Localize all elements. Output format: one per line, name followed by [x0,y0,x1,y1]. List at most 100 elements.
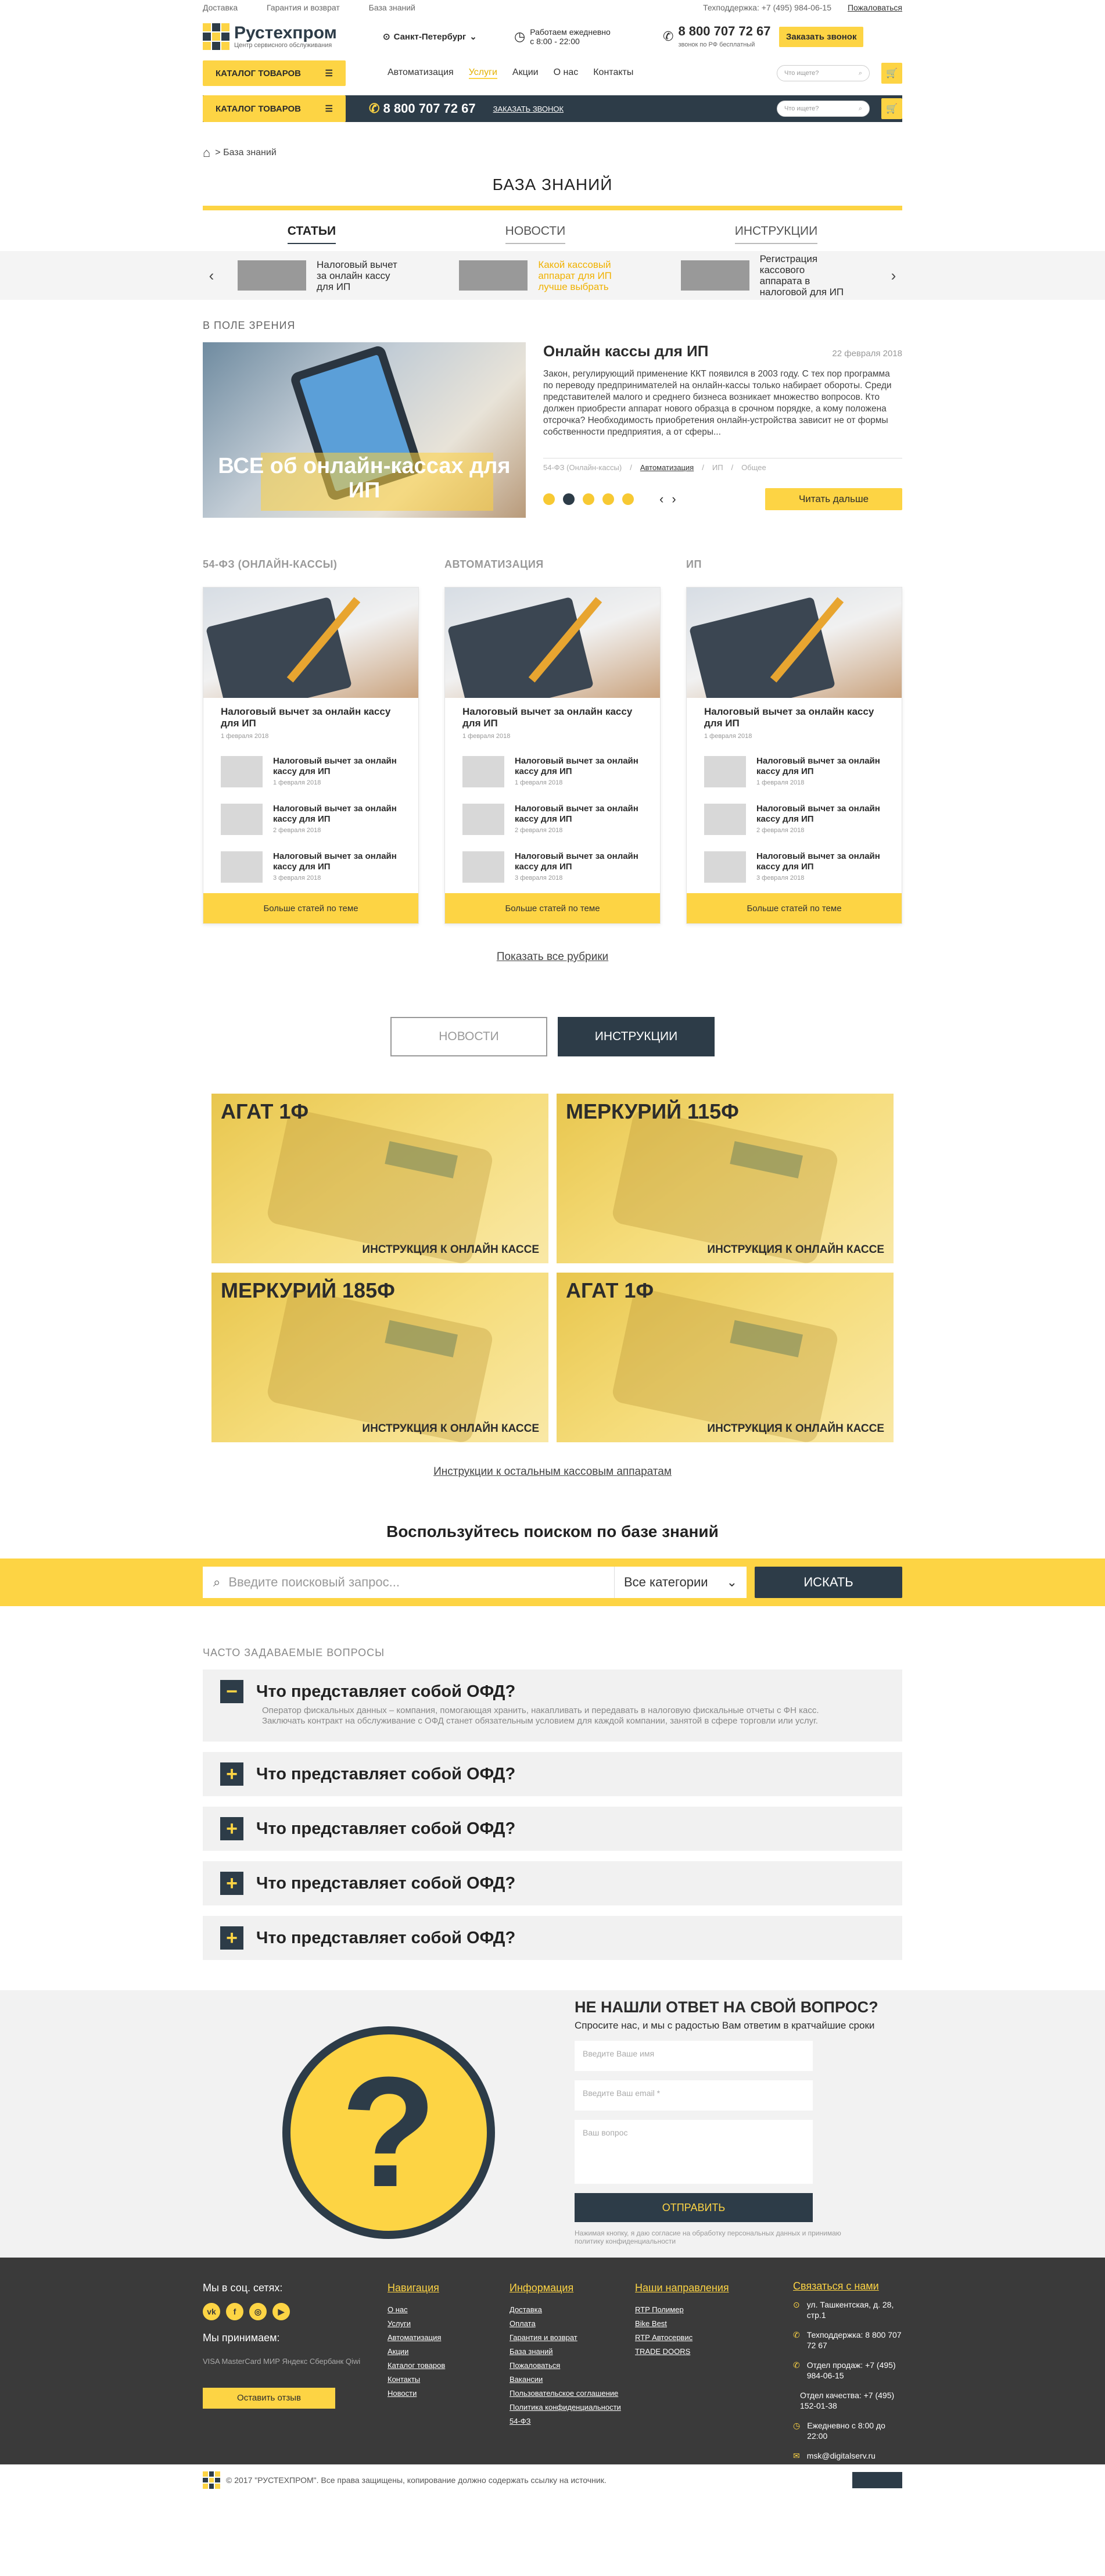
card-image[interactable] [203,587,418,698]
category-select[interactable]: Все категории ⌄ [614,1567,747,1598]
sticky-phone[interactable]: ✆ 8 800 707 72 67 [369,101,476,116]
cart-icon[interactable]: 🛒 [881,63,902,84]
tag[interactable]: Автоматизация [640,463,694,472]
more-articles-button[interactable]: Больше статей по теме [203,893,418,923]
instruction-card[interactable]: МЕРКУРИЙ 115Ф ИНСТРУКЦИЯ К ОНЛАЙН КАССЕ [557,1094,894,1263]
tag[interactable]: ИП [712,463,723,472]
list-item[interactable]: Налоговый вычет за онлайн кассу для ИП 1 … [462,756,643,787]
header-phone[interactable]: ✆ 8 800 707 72 67 звонок по РФ бесплатный [663,24,779,49]
chevron-left-icon[interactable]: ‹ [203,267,220,285]
city-selector[interactable]: ⊙ Санкт-Петербург ⌄ [383,31,514,42]
footer-link[interactable]: RTP Полимер [635,2303,793,2317]
card-main-title[interactable]: Налоговый вычет за онлайн кассу для ИП [704,706,884,729]
footer-link[interactable]: Каталог товаров [388,2359,510,2373]
footer-contacts-title[interactable]: Связаться с нами [793,2281,902,2291]
footer-link[interactable]: RTP Автосервис [635,2331,793,2345]
vk-icon[interactable]: vk [203,2303,220,2320]
carousel-item[interactable]: Какой кассовый аппарат для ИП лучше выбр… [442,259,663,292]
footer-link[interactable]: Контакты [388,2373,510,2387]
logo[interactable]: Рустехпром Центр сервисного обслуживания [203,23,383,50]
complain-link[interactable]: Пожаловаться [848,3,902,12]
slider-dot[interactable] [622,493,634,505]
sticky-search-input[interactable]: Что ищете? ⌕ [777,101,870,117]
list-item[interactable]: Налоговый вычет за онлайн кассу для ИП 1 … [704,756,884,787]
footer-link[interactable]: Новости [388,2387,510,2401]
faq-question[interactable]: + Что представляет собой ОФД? [203,1861,902,1905]
footer-link[interactable]: Пожаловаться [510,2359,635,2373]
name-field[interactable]: Введите Ваше имя [575,2041,813,2071]
email-field[interactable]: Введите Ваш email * [575,2080,813,2111]
catalog-button[interactable]: КАТАЛОГ ТОВАРОВ ☰ [203,60,346,86]
leave-review-button[interactable]: Оставить отзыв [203,2388,335,2409]
featured-title[interactable]: Онлайн кассы для ИП [543,342,708,360]
card-main-title[interactable]: Налоговый вычет за онлайн кассу для ИП [221,706,401,729]
footer-nav-title[interactable]: Навигация [388,2281,510,2295]
show-all-categories-link[interactable]: Показать все рубрики [203,951,902,963]
question-field[interactable]: Ваш вопрос [575,2120,813,2184]
list-item[interactable]: Налоговый вычет за онлайн кассу для ИП 2 … [221,804,401,835]
facebook-icon[interactable]: f [226,2303,243,2320]
footer-directions-title[interactable]: Наши направления [635,2281,793,2295]
search-input[interactable]: Что ищете? ⌕ [777,65,870,81]
tab-instructions-2[interactable]: ИНСТРУКЦИИ [558,1017,715,1056]
send-button[interactable]: ОТПРАВИТЬ [575,2193,813,2222]
list-item[interactable]: Налоговый вычет за онлайн кассу для ИП 1 … [221,756,401,787]
instruction-card[interactable]: АГАТ 1Ф ИНСТРУКЦИЯ К ОНЛАЙН КАССЕ [211,1094,548,1263]
carousel-item[interactable]: Налоговый вычет за онлайн кассу для ИП [220,259,442,292]
nav-contacts[interactable]: Контакты [593,67,633,79]
tab-instructions[interactable]: ИНСТРУКЦИИ [734,224,818,244]
slider-dot[interactable] [543,493,555,505]
slider-dot[interactable] [583,493,594,505]
home-icon[interactable]: ⌂ [203,145,210,160]
footer-link[interactable]: Оплата [510,2317,635,2331]
footer-link[interactable]: Акции [388,2345,510,2359]
card-image[interactable] [445,587,660,698]
top-link-delivery[interactable]: Доставка [203,3,238,12]
nav-services[interactable]: Услуги [468,67,497,79]
card-main-title[interactable]: Налоговый вычет за онлайн кассу для ИП [462,706,643,729]
category-title[interactable]: ИП [686,558,902,571]
youtube-icon[interactable]: ▶ [272,2303,290,2320]
plus-icon[interactable]: + [220,1817,243,1840]
request-call-button[interactable]: Заказать звонок [779,26,864,47]
instruction-card[interactable]: МЕРКУРИЙ 185Ф ИНСТРУКЦИЯ К ОНЛАЙН КАССЕ [211,1273,548,1442]
footer-link[interactable]: Пользовательское соглашение [510,2387,635,2401]
developer-badge-icon[interactable] [852,2472,902,2488]
plus-icon[interactable]: + [220,1926,243,1950]
footer-link[interactable]: Bike Best [635,2317,793,2331]
footer-link[interactable]: Политика конфиденциальности [510,2401,635,2414]
plus-icon[interactable]: + [220,1872,243,1895]
footer-link[interactable]: О нас [388,2303,510,2317]
nav-automation[interactable]: Автоматизация [388,67,454,79]
tag[interactable]: Общее [741,463,766,472]
other-instructions-link[interactable]: Инструкции к остальным кассовым аппарата… [0,1466,1105,1478]
tab-news-2[interactable]: НОВОСТИ [390,1017,547,1056]
category-title[interactable]: АВТОМАТИЗАЦИЯ [444,558,661,571]
slider-dot-active[interactable] [563,493,575,505]
footer-link[interactable]: Вакансии [510,2373,635,2387]
footer-email[interactable]: msk@digitalserv.ru [807,2450,876,2461]
slider-arrows[interactable]: ‹› [659,492,684,507]
nav-promotions[interactable]: Акции [512,67,539,79]
footer-link[interactable]: Гарантия и возврат [510,2331,635,2345]
footer-link[interactable]: 54-ФЗ [510,2414,635,2428]
carousel-item[interactable]: Регистрация кассового аппарата в налогов… [663,253,885,298]
chevron-right-icon[interactable]: › [885,267,902,285]
top-link-warranty[interactable]: Гарантия и возврат [267,3,340,12]
list-item[interactable]: Налоговый вычет за онлайн кассу для ИП 2 … [704,804,884,835]
tag[interactable]: 54-ФЗ (Онлайн-кассы) [543,463,622,472]
sticky-catalog-button[interactable]: КАТАЛОГ ТОВАРОВ ☰ [203,95,346,122]
instruction-card[interactable]: АГАТ 1Ф ИНСТРУКЦИЯ К ОНЛАЙН КАССЕ [557,1273,894,1442]
plus-icon[interactable]: + [220,1762,243,1786]
card-image[interactable] [687,587,902,698]
knowledge-search-input[interactable]: ⌕ Введите поисковый запрос... [203,1567,614,1598]
list-item[interactable]: Налоговый вычет за онлайн кассу для ИП 3 … [221,851,401,883]
more-articles-button[interactable]: Больше статей по теме [445,893,660,923]
faq-question[interactable]: + Что представляет собой ОФД? [203,1916,902,1960]
footer-link[interactable]: Автоматизация [388,2331,510,2345]
footer-link[interactable]: База знаний [510,2345,635,2359]
minus-icon[interactable]: − [220,1680,243,1703]
category-title[interactable]: 54-ФЗ (ОНЛАЙН-КАССЫ) [203,558,419,571]
footer-info-title[interactable]: Информация [510,2281,635,2295]
top-link-knowledge[interactable]: База знаний [369,3,415,12]
